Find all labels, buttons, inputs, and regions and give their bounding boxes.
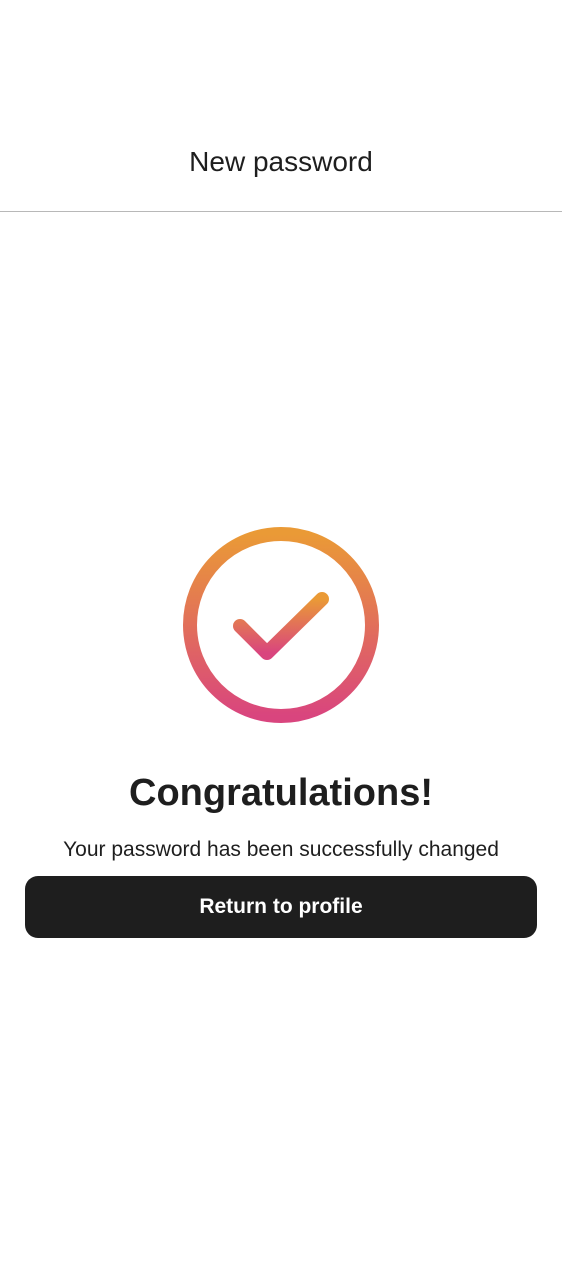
return-to-profile-button[interactable]: Return to profile: [25, 876, 537, 938]
check-circle-icon: [182, 526, 380, 724]
top-bar: New password: [0, 0, 562, 212]
success-headline: Congratulations!: [129, 772, 433, 814]
page-title: New password: [189, 146, 373, 177]
success-message: Your password has been successfully chan…: [63, 838, 499, 861]
